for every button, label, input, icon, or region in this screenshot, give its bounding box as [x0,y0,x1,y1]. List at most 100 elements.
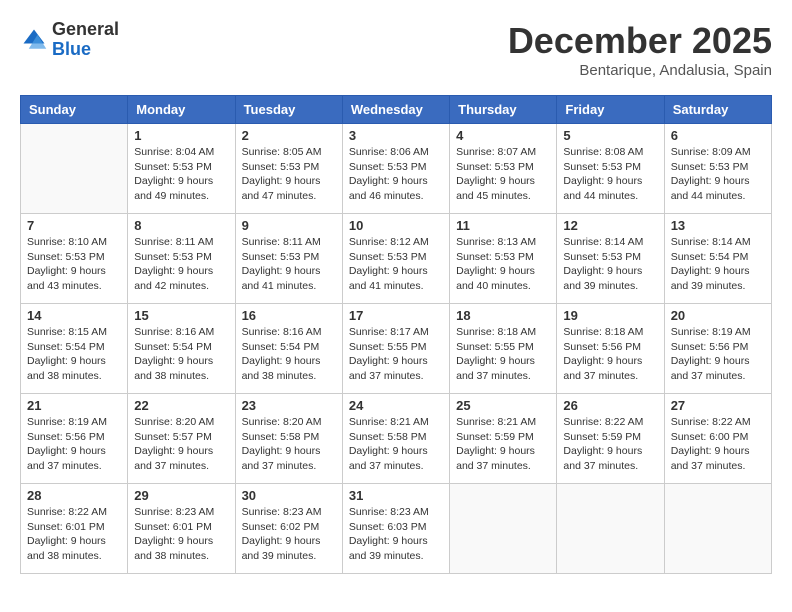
day-number: 19 [563,308,657,323]
day-number: 24 [349,398,443,413]
calendar-cell: 8Sunrise: 8:11 AM Sunset: 5:53 PM Daylig… [128,214,235,304]
calendar-cell: 21 Sunrise: 8:19 AM Sunset: 5:56 PM Dayli… [21,394,128,484]
weekday-header-monday: Monday [128,96,235,124]
day-info: Sunrise: 8:20 AM Sunset: 5:57 PM Dayligh… [134,415,228,474]
day-info: Sunrise: 8:14 AM Sunset: 5:54 PM Dayligh… [671,235,765,294]
calendar-cell [450,484,557,574]
day-number: 5 [563,128,657,143]
calendar-cell: 28Sunrise: 8:22 AM Sunset: 6:01 PM Dayli… [21,484,128,574]
day-info: Sunrise: 8:19 AM Sunset: 5:56 PM Dayligh… [27,415,121,474]
day-info: Sunrise: 8:23 AM Sunset: 6:01 PM Dayligh… [134,505,228,564]
day-number: 15 [134,308,228,323]
day-info: Sunrise: 8:09 AM Sunset: 5:53 PM Dayligh… [671,145,765,204]
day-info: Sunrise: 8:07 AM Sunset: 5:53 PM Dayligh… [456,145,550,204]
calendar-cell: 2 Sunrise: 8:05 AM Sunset: 5:53 PM Daylig… [235,124,342,214]
day-info: Sunrise: 8:11 AM Sunset: 5:53 PM Dayligh… [242,235,336,294]
day-info: Sunrise: 8:22 AM Sunset: 6:00 PM Dayligh… [671,415,765,474]
logo-blue: Blue [52,39,91,59]
calendar-cell: 1Sunrise: 8:04 AM Sunset: 5:53 PM Daylig… [128,124,235,214]
day-info: Sunrise: 8:17 AM Sunset: 5:55 PM Dayligh… [349,325,443,384]
day-number: 16 [242,308,336,323]
day-info: Sunrise: 8:08 AM Sunset: 5:53 PM Dayligh… [563,145,657,204]
logo: General Blue [20,20,119,60]
day-number: 11 [456,218,550,233]
calendar-cell: 29 Sunrise: 8:23 AM Sunset: 6:01 PM Dayli… [128,484,235,574]
calendar-week-2: 7Sunrise: 8:10 AM Sunset: 5:53 PM Daylig… [21,214,772,304]
day-number: 13 [671,218,765,233]
day-info: Sunrise: 8:23 AM Sunset: 6:03 PM Dayligh… [349,505,443,564]
day-number: 9 [242,218,336,233]
calendar-header-row: SundayMondayTuesdayWednesdayThursdayFrid… [21,96,772,124]
calendar-cell [557,484,664,574]
page-header: General Blue December 2025 Bentarique, A… [20,20,772,79]
day-number: 4 [456,128,550,143]
calendar-cell: 6Sunrise: 8:09 AM Sunset: 5:53 PM Daylig… [664,124,771,214]
day-number: 26 [563,398,657,413]
calendar-cell: 22Sunrise: 8:20 AM Sunset: 5:57 PM Dayli… [128,394,235,484]
day-info: Sunrise: 8:15 AM Sunset: 5:54 PM Dayligh… [27,325,121,384]
day-info: Sunrise: 8:22 AM Sunset: 5:59 PM Dayligh… [563,415,657,474]
weekday-header-thursday: Thursday [450,96,557,124]
logo-general: General [52,19,119,39]
weekday-header-tuesday: Tuesday [235,96,342,124]
day-info: Sunrise: 8:21 AM Sunset: 5:59 PM Dayligh… [456,415,550,474]
weekday-header-sunday: Sunday [21,96,128,124]
month-title: December 2025 [508,20,772,62]
calendar-table: SundayMondayTuesdayWednesdayThursdayFrid… [20,95,772,574]
calendar-cell [21,124,128,214]
day-info: Sunrise: 8:18 AM Sunset: 5:55 PM Dayligh… [456,325,550,384]
day-number: 8 [134,218,228,233]
logo-text: General Blue [52,20,119,60]
weekday-header-wednesday: Wednesday [342,96,449,124]
weekday-header-friday: Friday [557,96,664,124]
calendar-cell: 30 Sunrise: 8:23 AM Sunset: 6:02 PM Dayli… [235,484,342,574]
day-number: 29 [134,488,228,503]
weekday-header-saturday: Saturday [664,96,771,124]
day-info: Sunrise: 8:10 AM Sunset: 5:53 PM Dayligh… [27,235,121,294]
day-number: 18 [456,308,550,323]
calendar-cell: 9 Sunrise: 8:11 AM Sunset: 5:53 PM Daylig… [235,214,342,304]
day-number: 10 [349,218,443,233]
calendar-cell: 10 Sunrise: 8:12 AM Sunset: 5:53 PM Dayli… [342,214,449,304]
day-number: 30 [242,488,336,503]
day-info: Sunrise: 8:20 AM Sunset: 5:58 PM Dayligh… [242,415,336,474]
day-number: 28 [27,488,121,503]
calendar-week-5: 28Sunrise: 8:22 AM Sunset: 6:01 PM Dayli… [21,484,772,574]
day-info: Sunrise: 8:12 AM Sunset: 5:53 PM Dayligh… [349,235,443,294]
calendar-cell: 11Sunrise: 8:13 AM Sunset: 5:53 PM Dayli… [450,214,557,304]
day-info: Sunrise: 8:19 AM Sunset: 5:56 PM Dayligh… [671,325,765,384]
day-number: 27 [671,398,765,413]
calendar-cell: 16Sunrise: 8:16 AM Sunset: 5:54 PM Dayli… [235,304,342,394]
day-number: 31 [349,488,443,503]
day-info: Sunrise: 8:05 AM Sunset: 5:53 PM Dayligh… [242,145,336,204]
calendar-week-4: 21 Sunrise: 8:19 AM Sunset: 5:56 PM Dayli… [21,394,772,484]
day-number: 21 [27,398,121,413]
calendar-cell: 24 Sunrise: 8:21 AM Sunset: 5:58 PM Dayli… [342,394,449,484]
day-number: 12 [563,218,657,233]
calendar-cell: 27 Sunrise: 8:22 AM Sunset: 6:00 PM Dayli… [664,394,771,484]
day-number: 2 [242,128,336,143]
calendar-cell: 4 Sunrise: 8:07 AM Sunset: 5:53 PM Daylig… [450,124,557,214]
day-info: Sunrise: 8:06 AM Sunset: 5:53 PM Dayligh… [349,145,443,204]
calendar-cell: 15Sunrise: 8:16 AM Sunset: 5:54 PM Dayli… [128,304,235,394]
calendar-week-3: 14 Sunrise: 8:15 AM Sunset: 5:54 PM Dayli… [21,304,772,394]
title-section: December 2025 Bentarique, Andalusia, Spa… [508,20,772,79]
day-number: 14 [27,308,121,323]
calendar-cell: 26 Sunrise: 8:22 AM Sunset: 5:59 PM Dayli… [557,394,664,484]
calendar-cell: 23 Sunrise: 8:20 AM Sunset: 5:58 PM Dayli… [235,394,342,484]
calendar-cell: 31 Sunrise: 8:23 AM Sunset: 6:03 PM Dayli… [342,484,449,574]
calendar-cell: 25Sunrise: 8:21 AM Sunset: 5:59 PM Dayli… [450,394,557,484]
day-number: 3 [349,128,443,143]
day-info: Sunrise: 8:21 AM Sunset: 5:58 PM Dayligh… [349,415,443,474]
calendar-cell: 19 Sunrise: 8:18 AM Sunset: 5:56 PM Dayli… [557,304,664,394]
day-info: Sunrise: 8:18 AM Sunset: 5:56 PM Dayligh… [563,325,657,384]
location: Bentarique, Andalusia, Spain [508,62,772,79]
calendar-week-1: 1Sunrise: 8:04 AM Sunset: 5:53 PM Daylig… [21,124,772,214]
calendar-cell: 20Sunrise: 8:19 AM Sunset: 5:56 PM Dayli… [664,304,771,394]
day-number: 23 [242,398,336,413]
day-number: 1 [134,128,228,143]
day-info: Sunrise: 8:23 AM Sunset: 6:02 PM Dayligh… [242,505,336,564]
logo-icon [20,26,48,54]
calendar-cell: 14 Sunrise: 8:15 AM Sunset: 5:54 PM Dayli… [21,304,128,394]
calendar-cell: 13 Sunrise: 8:14 AM Sunset: 5:54 PM Dayli… [664,214,771,304]
